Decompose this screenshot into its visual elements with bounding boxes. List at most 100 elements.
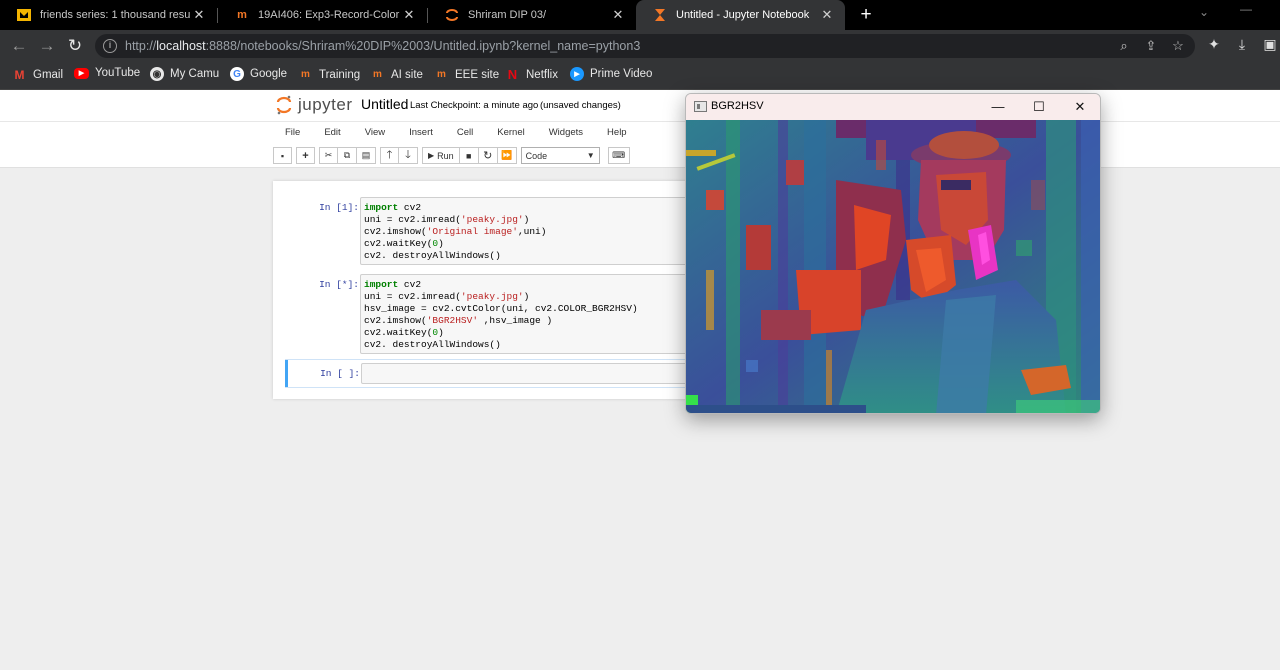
bookmark-training[interactable]: m Training bbox=[298, 67, 360, 82]
code-cell-3[interactable]: In [ ]: bbox=[285, 359, 689, 388]
url-text[interactable]: http://localhost:8888/notebooks/Shriram%… bbox=[125, 39, 640, 53]
tab-exp3-record[interactable]: m 19AI406: Exp3-Record-Color Con ✕ bbox=[218, 0, 427, 30]
notebook-container: In [1]: import cv2 uni = cv2.imread('pea… bbox=[273, 181, 693, 399]
tab-friends-series[interactable]: friends series: 1 thousand results ✕ bbox=[0, 0, 217, 30]
bookmark-my-camu[interactable]: ◉ My Camu bbox=[150, 67, 219, 81]
menu-insert[interactable]: Insert bbox=[397, 125, 445, 141]
minimize-icon[interactable]: — bbox=[1240, 2, 1252, 16]
cut-icon[interactable]: ✂ bbox=[319, 147, 338, 164]
cell-code-editor[interactable] bbox=[361, 363, 688, 384]
training-logo-icon: m bbox=[437, 69, 446, 80]
bookmark-label: Training bbox=[319, 68, 361, 81]
address-bar[interactable]: i http://localhost:8888/notebooks/Shrira… bbox=[95, 34, 1195, 58]
tab-close-icon[interactable]: ✕ bbox=[401, 7, 417, 23]
move-group: 🡑 🡓 bbox=[380, 147, 418, 164]
youtube-icon: ▶ bbox=[74, 67, 89, 79]
window-close-icon[interactable]: ✕ bbox=[1065, 97, 1095, 117]
move-down-icon[interactable]: 🡓 bbox=[399, 147, 418, 164]
paste-icon[interactable]: ▤ bbox=[357, 147, 376, 164]
jupyter-wordmark: jupyter bbox=[298, 95, 353, 114]
run-button[interactable]: ▶ Run bbox=[422, 147, 460, 164]
menu-file[interactable]: File bbox=[273, 125, 312, 141]
forward-arrow-icon[interactable]: → bbox=[37, 36, 57, 56]
window-app-icon bbox=[694, 101, 707, 112]
code-keyword: import bbox=[364, 202, 399, 213]
copy-icon[interactable]: ⧉ bbox=[338, 147, 357, 164]
tab-close-icon[interactable]: ✕ bbox=[819, 7, 835, 23]
bookmark-google[interactable]: G Google bbox=[230, 67, 287, 81]
code-cell-2[interactable]: In [*]: import cv2 uni = cv2.imread('pea… bbox=[285, 274, 689, 356]
unsaved-indicator: (unsaved changes) bbox=[540, 100, 621, 111]
prime-video-icon: ▶ bbox=[570, 67, 584, 81]
download-icon[interactable]: ⤓ bbox=[1233, 36, 1251, 53]
code-keyword: import bbox=[364, 279, 399, 290]
reload-icon[interactable]: ↻ bbox=[65, 36, 85, 56]
site-info-icon[interactable]: i bbox=[103, 39, 117, 53]
keyboard-shortcuts-icon[interactable]: ⌨ bbox=[607, 147, 630, 164]
hsv-converted-image bbox=[686, 120, 1100, 413]
tab-search-chevron-icon[interactable]: ⌄ bbox=[1199, 5, 1209, 19]
bookmark-star-icon[interactable]: ☆ bbox=[1170, 38, 1186, 54]
new-tab-button[interactable]: + bbox=[855, 4, 877, 26]
extensions-icon[interactable]: ✦ bbox=[1205, 36, 1223, 53]
cell-prompt: In [1]: bbox=[319, 202, 359, 213]
bookmark-eee-site[interactable]: m EEE site bbox=[434, 67, 499, 82]
restart-run-all-icon[interactable]: ⏩ bbox=[497, 147, 517, 164]
training-logo-icon: m bbox=[301, 69, 310, 80]
menu-view[interactable]: View bbox=[353, 125, 397, 141]
tab-label: 19AI406: Exp3-Record-Color Con bbox=[258, 9, 401, 21]
menu-kernel[interactable]: Kernel bbox=[485, 125, 536, 141]
bookmark-label: Prime Video bbox=[590, 68, 653, 80]
bookmarks-bar: M Gmail ▶ YouTube ◉ My Camu G Google m T… bbox=[0, 62, 1280, 90]
opencv-image-window[interactable]: BGR2HSV — ☐ ✕ bbox=[685, 93, 1101, 414]
menu-edit[interactable]: Edit bbox=[312, 125, 352, 141]
code-cell-1[interactable]: In [1]: import cv2 uni = cv2.imread('pea… bbox=[285, 197, 689, 267]
window-minimize-icon[interactable]: — bbox=[983, 97, 1013, 117]
cell-prompt: In [ ]: bbox=[320, 368, 360, 379]
bookmark-label: Netflix bbox=[526, 68, 558, 81]
browser-toolbar: ← → ↻ i http://localhost:8888/notebooks/… bbox=[0, 30, 1280, 62]
bookmark-prime-video[interactable]: ▶ Prime Video bbox=[570, 67, 652, 81]
tab-label: Shriram DIP 03/ bbox=[468, 9, 547, 21]
bookmark-youtube[interactable]: ▶ YouTube bbox=[74, 67, 140, 79]
move-up-icon[interactable]: 🡑 bbox=[380, 147, 399, 164]
checkpoint-status: Last Checkpoint: a minute ago bbox=[410, 100, 539, 111]
run-icon: ▶ bbox=[428, 151, 435, 160]
menu-help[interactable]: Help bbox=[595, 125, 639, 141]
notebook-toolbar: ▪ + ✂ ⧉ ▤ 🡑 🡓 ▶ Run ■ ↻ ⏩ Code ▼ ⌨ bbox=[273, 147, 630, 164]
clipboard-group: ✂ ⧉ ▤ bbox=[319, 147, 376, 164]
cv-window-titlebar[interactable]: BGR2HSV — ☐ ✕ bbox=[686, 94, 1100, 120]
jupyter-logo[interactable]: jupyter bbox=[276, 95, 353, 115]
jupyter-icon bbox=[444, 7, 460, 23]
menu-cell[interactable]: Cell bbox=[445, 125, 485, 141]
bookmark-netflix[interactable]: N Netflix bbox=[505, 67, 558, 82]
side-panel-icon[interactable]: ▣ bbox=[1261, 36, 1279, 53]
bookmark-gmail[interactable]: M Gmail bbox=[12, 67, 64, 82]
save-icon[interactable]: ▪ bbox=[273, 147, 292, 164]
notebook-title[interactable]: Untitled bbox=[361, 96, 408, 112]
menu-widgets[interactable]: Widgets bbox=[537, 125, 595, 141]
gmail-icon: M bbox=[14, 67, 25, 82]
bookmark-label: Google bbox=[250, 68, 288, 80]
interrupt-kernel-icon[interactable]: ■ bbox=[459, 147, 479, 164]
bookmark-ai-site[interactable]: m AI site bbox=[370, 67, 423, 82]
back-arrow-icon[interactable]: ← bbox=[9, 36, 29, 56]
insert-group: + bbox=[296, 147, 315, 164]
tab-shriram-dip[interactable]: Shriram DIP 03/ ✕ bbox=[428, 0, 636, 30]
tab-label: Untitled - Jupyter Notebook bbox=[676, 9, 810, 21]
zoom-icon[interactable]: ⌕ bbox=[1116, 38, 1132, 54]
window-maximize-icon[interactable]: ☐ bbox=[1024, 97, 1054, 117]
tab-untitled-jupyter[interactable]: Untitled - Jupyter Notebook ✕ bbox=[636, 0, 845, 30]
globe-icon: ◉ bbox=[150, 67, 164, 81]
cell-code-editor[interactable]: import cv2 uni = cv2.imread('peaky.jpg')… bbox=[360, 274, 689, 354]
google-icon: G bbox=[230, 67, 244, 81]
restart-kernel-icon[interactable]: ↻ bbox=[478, 147, 498, 164]
insert-cell-icon[interactable]: + bbox=[296, 147, 315, 164]
save-group: ▪ bbox=[273, 147, 292, 164]
training-logo-icon: m bbox=[237, 9, 247, 21]
cell-code-editor[interactable]: import cv2 uni = cv2.imread('peaky.jpg')… bbox=[360, 197, 689, 265]
cell-type-select[interactable]: Code ▼ bbox=[520, 147, 600, 164]
tab-close-icon[interactable]: ✕ bbox=[610, 7, 626, 23]
tab-close-icon[interactable]: ✕ bbox=[191, 7, 207, 23]
share-icon[interactable]: ⇪ bbox=[1143, 38, 1159, 54]
